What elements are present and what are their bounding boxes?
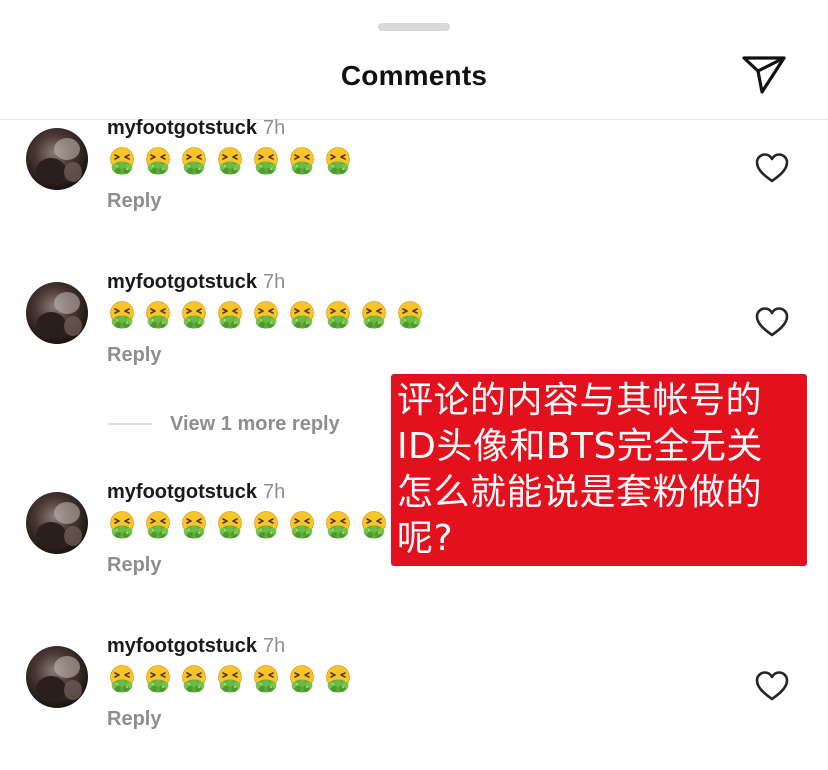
nauseated-face-emoji: [182, 147, 206, 175]
nauseated-face-emoji: [326, 665, 350, 693]
reply-button[interactable]: Reply: [107, 344, 161, 367]
avatar[interactable]: [26, 282, 88, 344]
comment-item: myfootgotstuck 7h Reply: [0, 635, 828, 766]
annotation-line: ID头像和BTS完全无关: [397, 426, 763, 467]
annotation-overlay: 评论的内容与其帐号的 ID头像和BTS完全无关 怎么就能说是套粉做的 呢?: [391, 374, 807, 566]
reply-button[interactable]: Reply: [107, 708, 161, 731]
nauseated-face-emoji: [182, 301, 206, 329]
nauseated-face-emoji: [290, 301, 314, 329]
reply-button[interactable]: Reply: [107, 190, 161, 213]
emoji-row: [107, 300, 425, 330]
comment-time: 7h: [263, 481, 286, 503]
comment-meta: myfootgotstuck 7h: [107, 270, 285, 294]
like-button[interactable]: [754, 152, 790, 184]
comment-username[interactable]: myfootgotstuck: [107, 635, 257, 657]
sheet-grabber[interactable]: [378, 23, 450, 31]
nauseated-face-emoji: [290, 511, 314, 539]
nauseated-face-emoji: [362, 301, 386, 329]
annotation-line: 呢?: [397, 518, 454, 559]
emoji-row: [107, 510, 389, 540]
nauseated-face-emoji: [182, 511, 206, 539]
nauseated-face-emoji: [110, 147, 134, 175]
emoji-row: [107, 146, 353, 176]
comment-username[interactable]: myfootgotstuck: [107, 117, 257, 139]
nauseated-face-emoji: [254, 147, 278, 175]
nauseated-face-emoji: [218, 511, 242, 539]
nauseated-face-emoji: [326, 147, 350, 175]
nauseated-face-emoji: [182, 665, 206, 693]
nauseated-face-emoji: [218, 301, 242, 329]
comment-item: myfootgotstuck 7h Reply: [0, 117, 828, 248]
nauseated-face-emoji: [146, 665, 170, 693]
nauseated-face-emoji: [254, 301, 278, 329]
comment-meta: myfootgotstuck 7h: [107, 634, 285, 658]
view-more-replies[interactable]: View 1 more reply: [108, 411, 340, 437]
nauseated-face-emoji: [254, 511, 278, 539]
nauseated-face-emoji: [326, 301, 350, 329]
like-button[interactable]: [754, 670, 790, 702]
nauseated-face-emoji: [326, 511, 350, 539]
comment-time: 7h: [263, 271, 286, 293]
nauseated-face-emoji: [254, 665, 278, 693]
nauseated-face-emoji: [146, 147, 170, 175]
page-title: Comments: [340, 60, 488, 91]
comment-username[interactable]: myfootgotstuck: [107, 271, 257, 293]
nauseated-face-emoji: [290, 147, 314, 175]
nauseated-face-emoji: [110, 665, 134, 693]
nauseated-face-emoji: [146, 511, 170, 539]
nauseated-face-emoji: [110, 511, 134, 539]
nauseated-face-emoji: [218, 665, 242, 693]
nauseated-face-emoji: [146, 301, 170, 329]
view-more-label: View 1 more reply: [170, 412, 340, 435]
nauseated-face-emoji: [362, 511, 386, 539]
comment-time: 7h: [263, 635, 286, 657]
share-button[interactable]: [740, 52, 788, 96]
comment-meta: myfootgotstuck 7h: [107, 116, 285, 140]
paper-plane-icon: [742, 56, 786, 94]
nauseated-face-emoji: [290, 665, 314, 693]
heart-outline-icon: [755, 671, 789, 701]
comment-time: 7h: [263, 117, 286, 139]
comments-sheet: Comments myfootgotstuck 7h Reply myfootgo…: [0, 0, 828, 770]
emoji-row: [107, 664, 353, 694]
heart-outline-icon: [755, 153, 789, 183]
annotation-line: 评论的内容与其帐号的: [397, 380, 763, 421]
comment-meta: myfootgotstuck 7h: [107, 480, 285, 504]
avatar[interactable]: [26, 492, 88, 554]
view-more-divider: [108, 423, 152, 425]
nauseated-face-emoji: [218, 147, 242, 175]
comment-username[interactable]: myfootgotstuck: [107, 481, 257, 503]
nauseated-face-emoji: [110, 301, 134, 329]
heart-outline-icon: [755, 307, 789, 337]
like-button[interactable]: [754, 306, 790, 338]
avatar[interactable]: [26, 128, 88, 190]
nauseated-face-emoji: [398, 301, 422, 329]
reply-button[interactable]: Reply: [107, 554, 161, 577]
avatar[interactable]: [26, 646, 88, 708]
annotation-line: 怎么就能说是套粉做的: [397, 472, 763, 513]
